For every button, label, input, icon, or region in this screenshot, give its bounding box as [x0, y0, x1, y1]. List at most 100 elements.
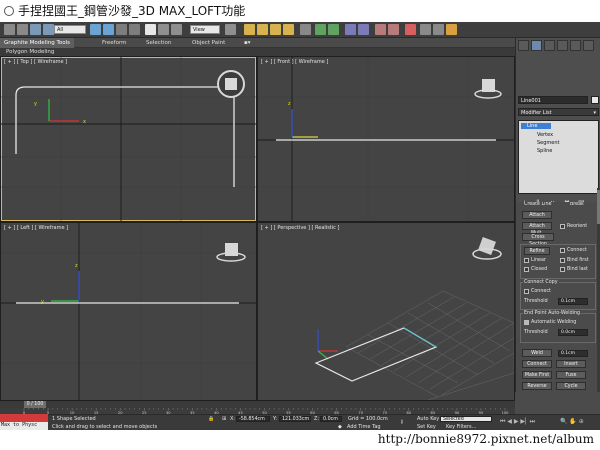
angle-snap-icon[interactable]: [257, 24, 268, 35]
reference-coordinate-dropdown[interactable]: View: [190, 25, 220, 34]
ribbon-panel-polygon-modeling[interactable]: Polygon Modeling: [0, 48, 515, 56]
rotate-icon[interactable]: [158, 24, 169, 35]
maxscript-input[interactable]: Max to Physc: [1, 422, 37, 428]
closed-label: Closed: [531, 267, 548, 272]
time-slider-thumb[interactable]: 0 / 100: [24, 401, 46, 408]
select-object-icon[interactable]: [90, 24, 101, 35]
schematic-view-icon[interactable]: [388, 24, 399, 35]
ribbon-options-icon[interactable]: ▪▾: [240, 38, 255, 48]
percent-snap-icon[interactable]: [270, 24, 281, 35]
display-tab-icon[interactable]: [570, 40, 581, 51]
utilities-tab-icon[interactable]: [583, 40, 594, 51]
snap-toggle-icon[interactable]: [244, 24, 255, 35]
bind-first-checkbox[interactable]: [560, 258, 565, 263]
rendered-frame-icon[interactable]: [433, 24, 444, 35]
stack-item-line[interactable]: Line: [521, 123, 551, 129]
spinner-snap-icon[interactable]: [283, 24, 294, 35]
mirror-icon[interactable]: [315, 24, 326, 35]
material-editor-icon[interactable]: [405, 24, 416, 35]
playback-controls[interactable]: ⏮ ◀ ▶ ▶▏⏭: [500, 418, 535, 426]
attach-mult-button[interactable]: Attach Mult.: [522, 222, 552, 236]
modify-tab-icon[interactable]: [531, 40, 542, 51]
scale-icon[interactable]: [171, 24, 182, 35]
make-first-button[interactable]: Make First: [522, 371, 552, 379]
end-point-welding-group: [520, 313, 596, 343]
object-color-swatch[interactable]: [591, 96, 599, 104]
viewport-front-label[interactable]: [ + ] [ Front ] [ Wireframe ]: [261, 59, 328, 65]
auto-key-button[interactable]: Auto Key: [417, 416, 439, 422]
viewport-front[interactable]: z [ + ] [ Front ] [ Wireframe ]: [258, 57, 514, 221]
unlink-icon[interactable]: [43, 24, 54, 35]
move-icon[interactable]: [145, 24, 156, 35]
link-icon[interactable]: [30, 24, 41, 35]
break-partial[interactable]: Break: [570, 202, 584, 207]
automatic-welding-checkbox[interactable]: [524, 320, 529, 325]
x-coordinate-field[interactable]: -58.854cm: [236, 416, 270, 422]
viewport-left-label[interactable]: [ + ] [ Left ] [ Wireframe ]: [4, 225, 68, 231]
object-name-field[interactable]: Line001: [518, 96, 588, 104]
graphite-toggle-icon[interactable]: [358, 24, 369, 35]
title-bullet-icon: [4, 6, 14, 16]
tab-graphite-modeling-tools[interactable]: Graphite Modeling Tools: [0, 38, 75, 48]
align-icon[interactable]: [328, 24, 339, 35]
create-tab-icon[interactable]: [518, 40, 529, 51]
attach-button[interactable]: Attach: [522, 211, 552, 219]
region-select-icon[interactable]: [116, 24, 127, 35]
create-line-partial[interactable]: Create Line: [524, 202, 551, 207]
refine-button[interactable]: Refine: [524, 247, 550, 255]
tab-selection[interactable]: Selection: [142, 38, 175, 48]
named-selection-icon[interactable]: [300, 24, 311, 35]
bind-last-checkbox[interactable]: [560, 267, 565, 272]
curve-editor-icon[interactable]: [375, 24, 386, 35]
threshold-spinner[interactable]: 0.1cm: [558, 298, 588, 305]
render-setup-icon[interactable]: [420, 24, 431, 35]
stack-item-spline[interactable]: Spline: [537, 148, 552, 154]
cross-section-button[interactable]: Cross Section: [522, 233, 554, 247]
window-crossing-icon[interactable]: [129, 24, 140, 35]
closed-checkbox[interactable]: [524, 267, 529, 272]
weld-button[interactable]: Weld: [522, 349, 552, 357]
viewport-top[interactable]: x y [ + ] [ Top ] [ Wireframe ]: [1, 57, 256, 221]
select-by-name-icon[interactable]: [103, 24, 114, 35]
reverse-button[interactable]: Reverse: [522, 382, 552, 390]
cycle-button[interactable]: Cycle: [556, 382, 586, 390]
connect-copy-checkbox[interactable]: [524, 289, 529, 294]
hierarchy-tab-icon[interactable]: [544, 40, 555, 51]
pivot-center-icon[interactable]: [225, 24, 236, 35]
redo-icon[interactable]: [17, 24, 28, 35]
viewport-left[interactable]: z y [ + ] [ Left ] [ Wireframe ]: [1, 223, 256, 400]
auto-key-mode-dropdown[interactable]: Selected: [440, 416, 492, 422]
linear-checkbox[interactable]: [524, 258, 529, 263]
motion-tab-icon[interactable]: [557, 40, 568, 51]
lock-selection-icon[interactable]: 🔒: [208, 416, 214, 422]
insert-button[interactable]: Insert: [556, 360, 586, 368]
viewport-top-canvas: x y: [1, 57, 256, 221]
connect-button[interactable]: Connect: [522, 360, 552, 368]
threshold2-spinner[interactable]: 0.0cm: [558, 329, 588, 336]
selection-filter-dropdown[interactable]: All: [54, 25, 86, 34]
tab-object-paint[interactable]: Object Paint: [188, 38, 229, 48]
time-slider[interactable]: 0 / 100: [0, 401, 515, 408]
y-coordinate-field[interactable]: 121.033cm: [279, 416, 311, 422]
viewport-front-canvas: z: [258, 57, 514, 221]
weld-spinner[interactable]: 0.1cm: [558, 350, 588, 357]
z-coordinate-field[interactable]: 0.0cm: [320, 416, 342, 422]
viewport-top-label[interactable]: [ + ] [ Top ] [ Wireframe ]: [4, 59, 67, 65]
viewport-nav-controls[interactable]: 🔍 ✋ ⊕: [560, 418, 584, 425]
render-production-icon[interactable]: [446, 24, 457, 35]
stack-item-segment[interactable]: Segment: [537, 140, 560, 146]
tab-freeform[interactable]: Freeform: [98, 38, 131, 48]
viewport-perspective[interactable]: [ + ] [ Perspective ] [ Realistic ]: [258, 223, 514, 400]
modifier-list-dropdown[interactable]: Modifier List ▾: [518, 108, 599, 116]
connect-checkbox[interactable]: [560, 248, 565, 253]
reorient-checkbox[interactable]: [560, 224, 565, 229]
undo-icon[interactable]: [4, 24, 15, 35]
stack-item-vertex[interactable]: Vertex: [537, 132, 553, 138]
viewport-perspective-label[interactable]: [ + ] [ Perspective ] [ Realistic ]: [261, 225, 339, 231]
fuse-button[interactable]: Fuse: [556, 371, 586, 379]
svg-text:y: y: [41, 299, 44, 305]
absolute-mode-icon[interactable]: ⊞: [222, 416, 226, 422]
key-icon[interactable]: ⚷: [400, 419, 404, 425]
layer-manager-icon[interactable]: [345, 24, 356, 35]
maxscript-listener[interactable]: Max to Physc: [0, 414, 48, 430]
